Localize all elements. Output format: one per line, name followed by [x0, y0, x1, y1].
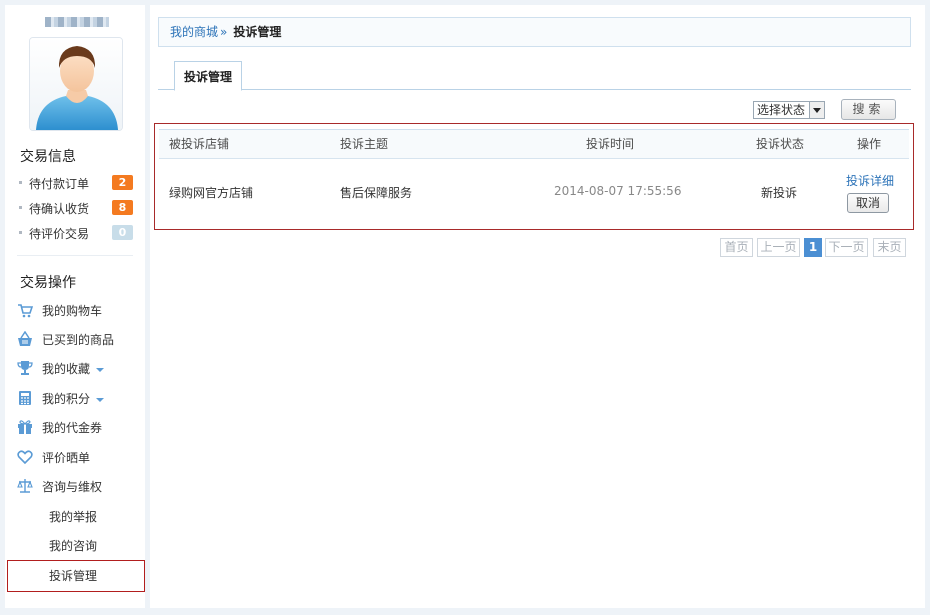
table-header: 被投诉店铺 投诉主题 投诉时间 投诉状态 操作: [159, 129, 909, 159]
breadcrumb-home-link[interactable]: 我的商城: [170, 25, 218, 39]
bullet-icon: [19, 181, 22, 184]
bullet-icon: [19, 206, 22, 209]
cancel-complaint-button[interactable]: 取消: [847, 193, 889, 213]
tab-bar-line: [158, 89, 911, 90]
heart-icon: [17, 450, 33, 465]
breadcrumb: 我的商城» 投诉管理: [158, 17, 911, 47]
trade-item-pending-payment[interactable]: 待付款订单 2: [19, 175, 133, 191]
page-last-button[interactable]: 末页: [873, 238, 906, 257]
sidebar-item-points[interactable]: 我的积分: [17, 389, 137, 407]
cart-icon: [18, 304, 33, 318]
trade-item-pending-review[interactable]: 待评价交易 0: [19, 225, 133, 241]
sidebar-item-label: 评价晒单: [42, 451, 91, 465]
page-first-button[interactable]: 首页: [720, 238, 753, 257]
cell-subject: 售后保障服务: [340, 186, 413, 200]
trophy-icon: [17, 361, 33, 375]
gift-icon: [18, 420, 32, 434]
complaints-table: 被投诉店铺 投诉主题 投诉时间 投诉状态 操作 绿购网官方店铺 售后保障服务 2…: [154, 123, 914, 230]
status-select-value: 选择状态: [757, 103, 806, 117]
column-header-actions: 操作: [857, 137, 882, 151]
sidebar-item-favorites[interactable]: 我的收藏: [17, 359, 137, 377]
trade-item-pending-receipt[interactable]: 待确认收货 8: [19, 200, 133, 216]
basket-icon: [18, 331, 32, 346]
page-current[interactable]: 1: [804, 238, 822, 257]
cell-time: 2014-08-07 17:55:56: [554, 184, 682, 198]
chevron-down-icon: [809, 102, 824, 118]
tab-complaints[interactable]: 投诉管理: [174, 61, 242, 91]
sidebar-item-reviews[interactable]: 评价晒单: [17, 448, 137, 466]
trade-item-label: 待评价交易: [29, 227, 90, 241]
cell-status: 新投诉: [761, 186, 798, 200]
page-prev-button[interactable]: 上一页: [757, 238, 800, 257]
sidebar-item-label: 我的收藏: [42, 360, 105, 377]
sidebar-item-purchased[interactable]: 已买到的商品: [17, 330, 137, 348]
sidebar: 交易信息 待付款订单 2 待确认收货 8 待评价交易 0 交易操作 我的购物车 …: [5, 5, 145, 608]
search-button[interactable]: 搜索: [841, 99, 896, 120]
trade-item-label: 待付款订单: [29, 177, 90, 191]
sidebar-item-label: 我的购物车: [42, 304, 103, 318]
chevron-down-icon[interactable]: [96, 397, 105, 402]
column-header-status: 投诉状态: [756, 137, 805, 151]
scale-icon: [17, 479, 33, 493]
calculator-icon: [19, 391, 31, 405]
avatar[interactable]: [29, 37, 123, 131]
divider: [17, 255, 133, 256]
bullet-icon: [19, 231, 22, 234]
sidebar-subitem-complaints[interactable]: 投诉管理: [49, 567, 97, 584]
user-avatar-icon: [30, 38, 122, 130]
sidebar-item-label: 我的积分: [42, 390, 105, 407]
sidebar-item-label: 咨询与维权: [42, 480, 103, 494]
count-badge: 2: [112, 175, 133, 190]
sidebar-item-consult-rights[interactable]: 咨询与维权: [17, 477, 137, 495]
sidebar-subitem-my-reports[interactable]: 我的举报: [49, 508, 97, 525]
username-blurred: [45, 17, 109, 27]
sidebar-item-cart[interactable]: 我的购物车: [17, 301, 137, 319]
column-header-time: 投诉时间: [586, 137, 635, 151]
trade-ops-title: 交易操作: [20, 275, 76, 291]
sidebar-item-vouchers[interactable]: 我的代金券: [17, 418, 137, 436]
breadcrumb-separator: »: [220, 25, 228, 39]
trade-info-title: 交易信息: [20, 149, 76, 165]
sidebar-subitem-my-inquiries[interactable]: 我的咨询: [49, 537, 97, 554]
sidebar-item-label: 我的代金券: [42, 421, 103, 435]
sidebar-item-label: 已买到的商品: [42, 333, 115, 347]
count-badge: 0: [112, 225, 133, 240]
main-content: 我的商城» 投诉管理 投诉管理 选择状态 搜索 被投诉店铺 投诉主题 投诉时间 投…: [150, 5, 925, 608]
column-header-subject: 投诉主题: [340, 137, 389, 151]
chevron-down-icon[interactable]: [96, 367, 105, 372]
count-badge: 8: [112, 200, 133, 215]
breadcrumb-current: 投诉管理: [233, 25, 282, 39]
trade-item-label: 待确认收货: [29, 202, 90, 216]
cell-store: 绿购网官方店铺: [169, 186, 254, 200]
page-next-button[interactable]: 下一页: [825, 238, 868, 257]
column-header-store: 被投诉店铺: [169, 137, 230, 151]
complaint-detail-link[interactable]: 投诉详细: [846, 172, 894, 189]
status-select[interactable]: 选择状态: [753, 101, 825, 119]
